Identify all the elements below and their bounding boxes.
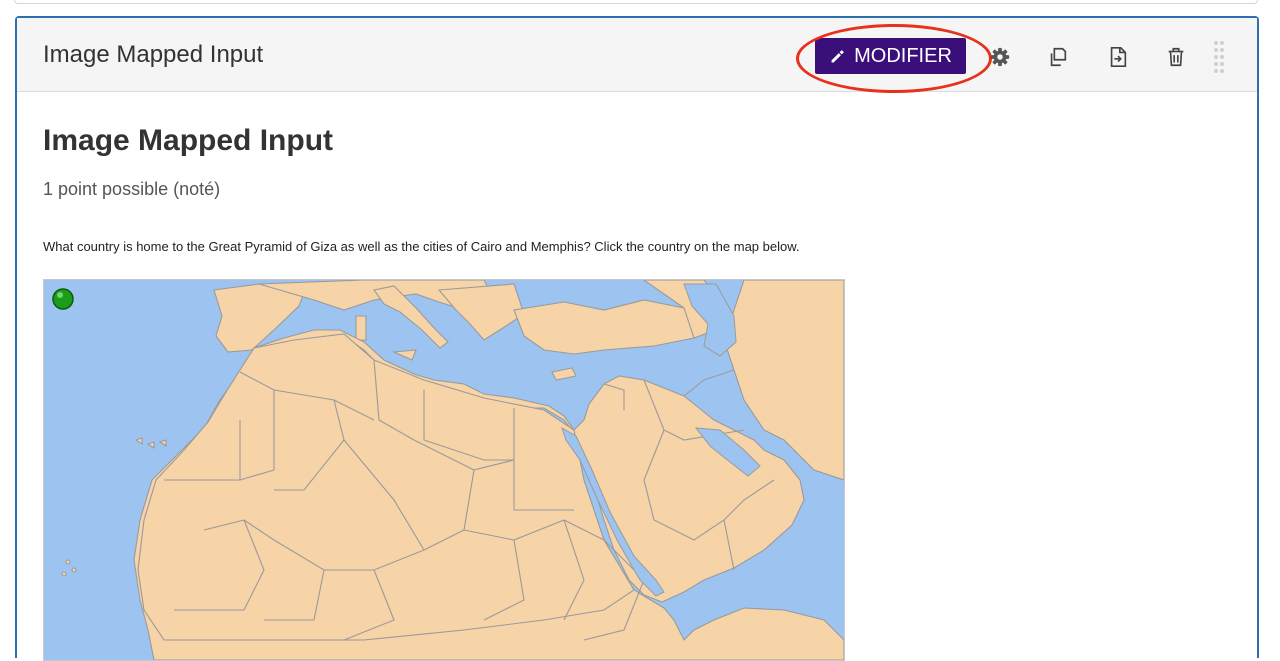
image-map-input[interactable]	[43, 279, 845, 661]
map-image	[44, 280, 844, 660]
cape-verde	[65, 559, 71, 565]
problem-card: Image Mapped Input MODIFIER Image Mapped…	[15, 16, 1259, 661]
move-icon	[1110, 47, 1127, 67]
card-header: Image Mapped Input MODIFIER	[17, 18, 1257, 93]
sardinia-land	[355, 315, 367, 341]
duplicate-icon	[1050, 47, 1067, 67]
gear-icon	[990, 47, 1010, 67]
edit-button-label: MODIFIER	[854, 44, 952, 67]
delete-button[interactable]	[1163, 44, 1189, 70]
previous-card	[14, 0, 1258, 4]
points-possible: 1 point possible (noté)	[43, 179, 221, 199]
settings-button[interactable]	[987, 44, 1013, 70]
problem-title: Image Mapped Input	[43, 124, 334, 157]
edit-button[interactable]: MODIFIER	[815, 38, 966, 74]
map-marker	[52, 288, 74, 310]
pencil-icon	[831, 49, 844, 62]
duplicate-button[interactable]	[1045, 44, 1071, 70]
drag-handle-icon	[1214, 41, 1224, 73]
header-title: Image Mapped Input	[43, 41, 264, 68]
move-button[interactable]	[1105, 44, 1131, 70]
question-text: What country is home to the Great Pyrami…	[43, 239, 800, 254]
trash-icon	[1168, 47, 1184, 67]
drag-handle[interactable]	[1211, 41, 1227, 73]
